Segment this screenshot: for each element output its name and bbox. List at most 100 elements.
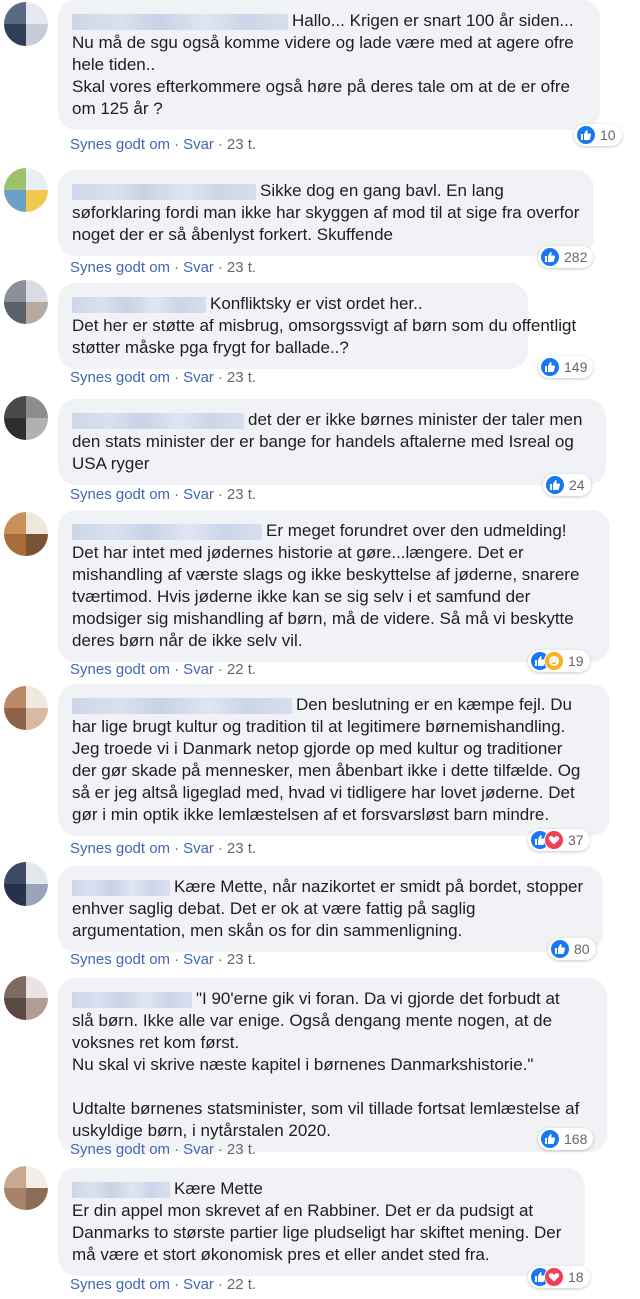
reply-link[interactable]: Svar [183,486,214,503]
reaction-summary[interactable]: 149 [538,356,594,378]
comment-text: Er meget forundret over den udmelding! [266,521,567,540]
comment-bubble: Kære Mette, når nazikortet er smidt på b… [58,866,603,952]
comment-text: voksnes ret kom først. [72,1033,240,1052]
avatar[interactable] [4,168,48,212]
comment-text: støtter måske pga frygt for ballade..? [72,338,349,357]
comment-bubble: Konfliktsky er vist ordet her.. Det her e… [58,283,576,369]
author-name-redacted[interactable] [72,879,170,896]
reaction-summary[interactable]: 10 [574,124,622,146]
comment-text: deres børn når de ikke selv vil. [72,631,303,650]
timestamp[interactable]: 23 t. [227,486,256,503]
comment-bubble: Er meget forundret over den udmelding! De… [58,510,610,662]
comment-text-line: søforklaring fordi man ikke har skyggen … [72,202,580,224]
author-name-redacted[interactable] [72,183,256,200]
timestamp[interactable]: 23 t. [227,259,256,276]
like-link[interactable]: Synes godt om [70,136,170,153]
comment-text-line: argumentation, men skån os for din samme… [72,920,589,942]
avatar[interactable] [4,976,48,1020]
reply-link[interactable]: Svar [183,661,214,678]
comment-text: Kære Mette, når nazikortet er smidt på b… [174,877,584,896]
comment-text-line: USA ryger [72,453,592,475]
comment-text-line: slå børn. Ikke alle var enige. Også deng… [72,1010,593,1032]
comment-text-line: voksnes ret kom først. [72,1032,593,1054]
reply-link[interactable]: Svar [183,1276,214,1293]
comment-text-line: Danmarks to største partier lige pludsel… [72,1222,571,1244]
like-icon [540,1129,560,1149]
reaction-summary[interactable]: 282 [538,246,594,268]
comment-text-line: Konfliktsky er vist ordet her.. [72,293,514,315]
avatar[interactable] [4,396,48,440]
comment-text: hele tiden.. [72,55,156,74]
like-link[interactable]: Synes godt om [70,1141,170,1158]
author-name-redacted[interactable] [72,991,192,1008]
timestamp[interactable]: 23 t. [227,136,256,153]
separator: · [174,1141,180,1158]
reaction-count: 282 [564,249,588,265]
reply-link[interactable]: Svar [183,259,214,276]
timestamp[interactable]: 22 t. [227,1276,256,1293]
like-link[interactable]: Synes godt om [70,1276,170,1293]
reaction-summary[interactable]: 19 [528,650,590,672]
reply-link[interactable]: Svar [183,840,214,857]
avatar[interactable] [4,2,48,46]
comment-text-line: Den beslutning er en kæmpe fejl. Du [72,694,596,716]
avatar[interactable] [4,512,48,556]
author-name-redacted[interactable] [72,523,262,540]
comment-text-line: Udtalte børnenes statsminister, som vil … [72,1098,593,1120]
comment-text-line: Det her er støtte af misbrug, omsorgssvi… [72,315,576,337]
like-link[interactable]: Synes godt om [70,661,170,678]
avatar[interactable] [4,1166,48,1210]
timestamp[interactable]: 23 t. [227,369,256,386]
reaction-count: 19 [568,653,584,669]
separator: · [217,1141,223,1158]
separator: · [174,259,180,276]
author-name-redacted[interactable] [72,13,288,30]
like-link[interactable]: Synes godt om [70,486,170,503]
comment-text-line: den stats minister der er bange for hand… [72,431,592,453]
comment-text: uskyldige børn, i nytårstalen 2020. [72,1121,331,1140]
timestamp[interactable]: 23 t. [227,951,256,968]
comment-bubble: Den beslutning er en kæmpe fejl. Du har l… [58,684,610,836]
author-name-redacted[interactable] [72,296,206,313]
reaction-summary[interactable]: 37 [528,829,590,851]
comment-actions: Synes godt om · Svar · 23 t. [70,1141,256,1158]
comment-text: modsiger sig mishandling af børn, må de … [72,609,574,628]
author-name-redacted[interactable] [72,1181,170,1198]
comment-text-line: Skal vores efterkommere også høre på der… [72,76,586,98]
comment-text: Sikke dog en gang bavl. En lang [260,181,504,200]
reply-link[interactable]: Svar [183,369,214,386]
reaction-summary[interactable]: 24 [543,474,591,496]
comment-actions: Synes godt om · Svar · 23 t. [70,369,256,386]
like-icon [540,247,560,267]
like-link[interactable]: Synes godt om [70,369,170,386]
author-name-redacted[interactable] [72,697,292,714]
like-icon [545,475,565,495]
author-name-redacted[interactable] [72,412,244,429]
reply-link[interactable]: Svar [183,1141,214,1158]
avatar[interactable] [4,686,48,730]
reaction-summary[interactable]: 80 [548,938,596,960]
comment-text: mishandling af værste slags og ikke besk… [72,565,580,584]
comment-text-line: gør i min optik ikke lemlæstelsen af et … [72,804,596,826]
reply-link[interactable]: Svar [183,136,214,153]
reaction-summary[interactable]: 18 [528,1266,590,1288]
like-link[interactable]: Synes godt om [70,840,170,857]
separator: · [217,661,223,678]
like-link[interactable]: Synes godt om [70,259,170,276]
like-link[interactable]: Synes godt om [70,951,170,968]
comment-text: der gør skade på mennesker, men åbenbart… [72,761,581,780]
comment-text-line: det der er ikke børnes minister der tale… [72,409,592,431]
comment-bubble: "I 90'erne gik vi foran. Da vi gjorde de… [58,978,607,1152]
separator: · [174,486,180,503]
reply-link[interactable]: Svar [183,951,214,968]
avatar[interactable] [4,862,48,906]
timestamp[interactable]: 23 t. [227,840,256,857]
comment-text: Konfliktsky er vist ordet her.. [210,294,423,313]
timestamp[interactable]: 22 t. [227,661,256,678]
comment-text-line: Er din appel mon skrevet af en Rabbiner.… [72,1200,571,1222]
avatar[interactable] [4,280,48,324]
comment-text-line: støtter måske pga frygt for ballade..? [72,337,514,359]
reaction-summary[interactable]: 168 [538,1128,594,1150]
timestamp[interactable]: 23 t. [227,1141,256,1158]
comment-text-line: uskyldige børn, i nytårstalen 2020. [72,1120,593,1142]
